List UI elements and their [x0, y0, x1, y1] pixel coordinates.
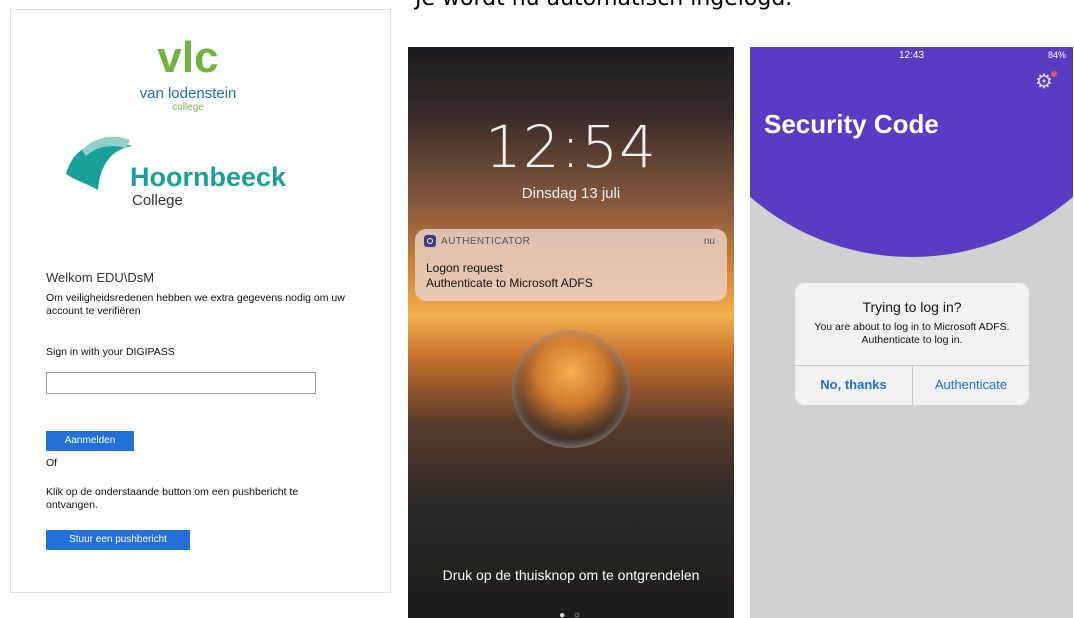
hoornbeeck-name: Hoornbeeck	[130, 162, 287, 192]
login-panel: vlc van lodenstein college Hoornbeeck Co…	[10, 9, 391, 593]
notification-app-name: AUTHENTICATOR	[441, 236, 531, 247]
hoornbeeck-logo: Hoornbeeck College	[66, 136, 287, 209]
hoornbeeck-sub: College	[132, 192, 183, 209]
login-request-dialog: Trying to log in? You are about to log i…	[795, 283, 1029, 405]
authenticate-button[interactable]: Authenticate	[913, 365, 1029, 405]
dialog-message: You are about to log in to Microsoft ADF…	[814, 321, 1010, 346]
digipass-field[interactable]	[46, 372, 316, 394]
purple-header	[750, 47, 1073, 257]
status-bar-time: 12:43	[898, 50, 925, 61]
verification-info: Om veiligheidsredenen hebben we extra ge…	[46, 292, 345, 317]
lockscreen-time: 12:54	[484, 113, 658, 181]
welcome-heading: Welkom EDU\DsM	[46, 270, 155, 285]
battery-indicator: 84%	[1047, 50, 1066, 60]
lockscreen-phone: 12:54 Dinsdag 13 juli AUTHENTICATOR nu L…	[408, 47, 734, 618]
school-logos: vlc van lodenstein college Hoornbeeck Co…	[52, 24, 324, 224]
send-push-button[interactable]: Stuur een pushbericht	[46, 530, 190, 550]
lockscreen-date: Dinsdag 13 juli	[521, 185, 621, 202]
aanmelden-button[interactable]: Aanmelden	[46, 431, 134, 451]
push-info-text: Klik op de onderstaande button om een pu…	[46, 486, 299, 511]
vlc-logo-sub: college	[172, 102, 204, 113]
glass-sphere-image	[512, 330, 630, 448]
vlc-logo-mark: vlc	[157, 33, 218, 82]
or-separator: Of	[46, 457, 58, 469]
notification-body: Authenticate to Microsoft ADFS	[426, 276, 593, 290]
vlc-logo-name: van lodenstein	[140, 85, 237, 102]
page-caption: Je wordt nu automatisch ingelogd.	[415, 0, 792, 11]
notification-time: nu	[703, 236, 715, 247]
no-thanks-button[interactable]: No, thanks	[795, 365, 912, 405]
page-indicator: ● ○	[559, 610, 583, 618]
dialog-title: Trying to log in?	[862, 299, 962, 315]
authenticator-phone: 12:43 84% ⚙ Security Code Trying to log …	[750, 47, 1073, 618]
hoornbeeck-swoosh	[66, 141, 132, 190]
authenticator-notification[interactable]: AUTHENTICATOR nu Logon request Authentic…	[415, 229, 727, 301]
authenticator-app-icon	[424, 235, 436, 247]
vlc-logo: vlc van lodenstein college	[140, 33, 237, 113]
notification-title: Logon request	[426, 261, 503, 275]
digipass-label: Sign in with your DIGIPASS	[46, 346, 175, 358]
security-code-title: Security Code	[764, 109, 939, 139]
notification-dot-icon	[1051, 71, 1057, 77]
unlock-hint: Druk op de thuisknop om te ontgrendelen	[442, 567, 700, 583]
logo-graphics: vlc van lodenstein college Hoornbeeck Co…	[66, 33, 287, 209]
